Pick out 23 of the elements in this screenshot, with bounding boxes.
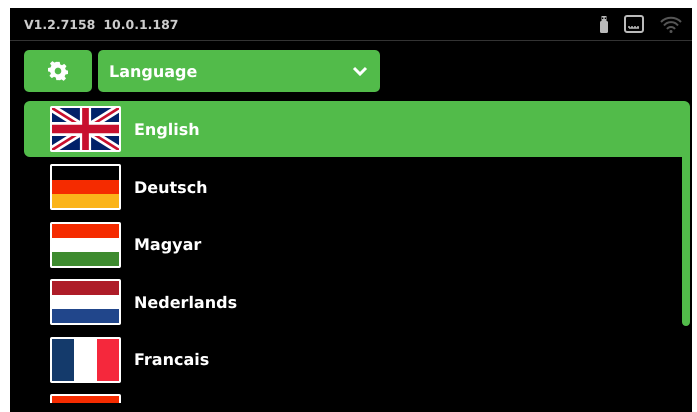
flag-icon	[50, 222, 121, 268]
scrollbar[interactable]	[682, 157, 690, 326]
language-label: Nederlands	[134, 292, 238, 312]
usb-icon	[600, 16, 608, 32]
chevron-down-icon	[352, 66, 368, 76]
language-label: Deutsch	[134, 178, 208, 197]
settings-button[interactable]	[24, 50, 92, 92]
language-item[interactable]: Deutsch	[24, 158, 678, 216]
settings-icon	[48, 61, 68, 81]
language-label: English	[134, 120, 200, 138]
flag-icon	[50, 106, 121, 152]
language-item[interactable]: Nederlands	[24, 274, 678, 331]
language-label: Magyar	[134, 235, 202, 254]
language-item[interactable]: Magyar	[24, 216, 678, 274]
language-item[interactable]: Francais	[24, 331, 678, 388]
wifi-icon	[660, 16, 682, 32]
flag-icon	[50, 336, 121, 383]
language-label: Francais	[134, 350, 210, 370]
flag-icon	[50, 164, 121, 210]
flag-icon	[50, 279, 121, 326]
version-text: V1.2.7158	[24, 16, 96, 32]
ethernet-port-icon	[624, 15, 644, 33]
ip-address-text: 10.0.1.187	[103, 16, 178, 32]
